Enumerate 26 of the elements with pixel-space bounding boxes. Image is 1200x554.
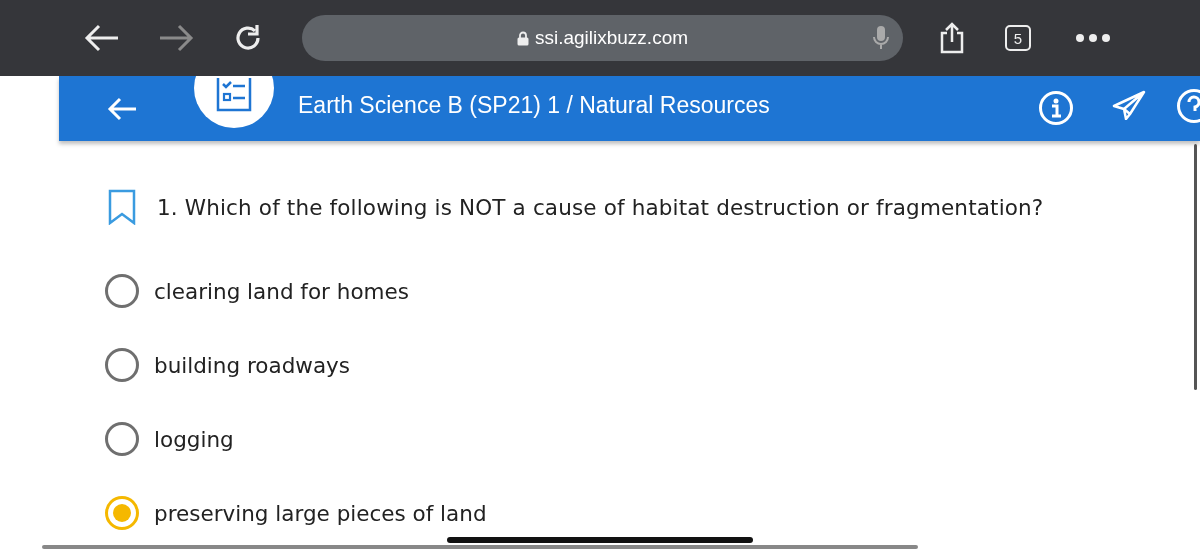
radio-button[interactable] [104,273,140,309]
course-breadcrumb: Earth Science B (SP21) 1 / Natural Resources [298,92,770,119]
paper-plane-icon[interactable] [1112,90,1146,120]
forward-arrow-icon[interactable] [158,23,194,53]
address-bar[interactable]: ssi.agilixbuzz.com [302,15,903,61]
scrollbar[interactable] [42,545,918,549]
more-icon[interactable] [1075,33,1111,43]
bookmark-icon[interactable] [107,189,137,225]
tab-count[interactable]: 5 [1005,25,1031,51]
share-icon[interactable] [939,22,965,54]
answer-option[interactable]: clearing land for homes [154,278,409,304]
scrollbar[interactable] [1194,144,1197,390]
lock-icon [516,30,529,46]
back-arrow-icon[interactable] [84,23,120,53]
microphone-icon[interactable] [873,26,889,50]
answer-option[interactable]: building roadways [154,352,350,378]
question-text: 1. Which of the following is NOT a cause of habitat destruction or fragmentation? [157,194,1044,220]
url-text: ssi.agilixbuzz.com [534,27,689,49]
radio-button[interactable] [104,421,140,457]
help-icon[interactable] [1176,88,1200,124]
answer-option[interactable]: logging [154,426,234,452]
checklist-icon [216,78,252,112]
radio-button[interactable] [104,347,140,383]
answer-option[interactable]: preserving large pieces of land [154,500,487,526]
radio-button[interactable] [104,495,140,531]
info-icon[interactable] [1038,90,1074,126]
